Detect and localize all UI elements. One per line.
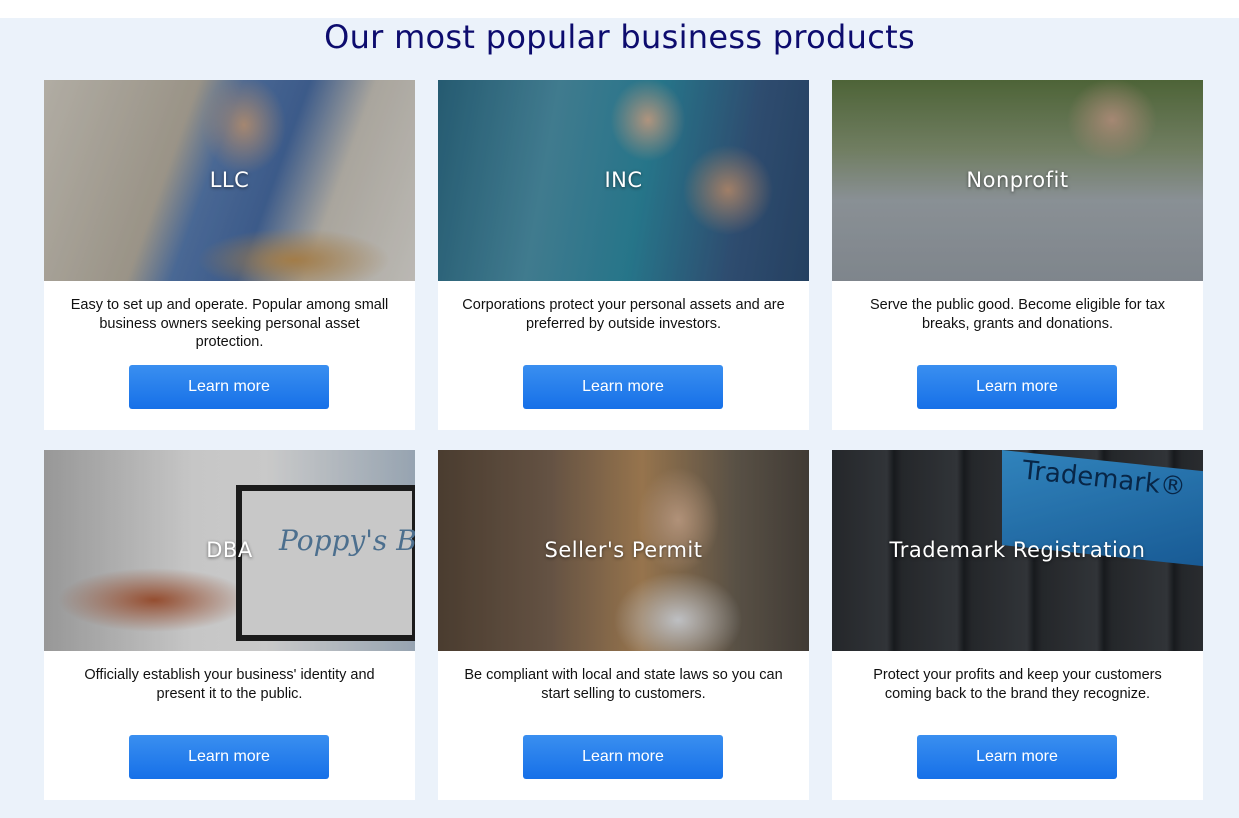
product-card-sellers-permit: Seller's Permit Be compliant with local …: [438, 450, 809, 800]
learn-more-button-trademark[interactable]: Learn more: [917, 735, 1117, 779]
card-description: Serve the public good. Become eligible f…: [869, 297, 1165, 332]
learn-more-button-nonprofit[interactable]: Learn more: [917, 365, 1117, 409]
llc-photo: LLC: [44, 80, 415, 281]
card-description: Be compliant with local and state laws s…: [464, 667, 783, 702]
card-description: Officially establish your business' iden…: [84, 667, 375, 702]
product-card-llc: LLC Easy to set up and operate. Popular …: [44, 80, 415, 430]
card-title: Trademark Registration: [889, 538, 1146, 562]
learn-more-button-sellers-permit[interactable]: Learn more: [523, 735, 723, 779]
card-title: Seller's Permit: [544, 538, 703, 562]
card-title: INC: [604, 168, 643, 192]
card-title: LLC: [209, 168, 250, 192]
section-heading: Our most popular business products: [324, 18, 915, 56]
inc-photo: INC: [438, 80, 809, 281]
nonprofit-photo: Nonprofit: [832, 80, 1203, 281]
learn-more-button-dba[interactable]: Learn more: [129, 735, 329, 779]
trademark-photo: Trademark® Trademark Registration: [832, 450, 1203, 651]
card-title: Nonprofit: [966, 168, 1069, 192]
product-card-trademark: Trademark® Trademark Registration Protec…: [832, 450, 1203, 800]
learn-more-button-llc[interactable]: Learn more: [129, 365, 329, 409]
product-card-nonprofit: Nonprofit Serve the public good. Become …: [832, 80, 1203, 430]
card-description: Easy to set up and operate. Popular amon…: [70, 297, 389, 350]
product-card-inc: INC Corporations protect your personal a…: [438, 80, 809, 430]
product-card-dba: Poppy's Bakery DBA Officially establish …: [44, 450, 415, 800]
learn-more-button-inc[interactable]: Learn more: [523, 365, 723, 409]
dba-photo: Poppy's Bakery DBA: [44, 450, 415, 651]
card-title: DBA: [206, 538, 253, 562]
popular-products-section: Our most popular business products LLC E…: [0, 18, 1239, 818]
card-description: Protect your profits and keep your custo…: [873, 667, 1162, 702]
sellers-permit-photo: Seller's Permit: [438, 450, 809, 651]
card-description: Corporations protect your personal asset…: [462, 297, 785, 332]
